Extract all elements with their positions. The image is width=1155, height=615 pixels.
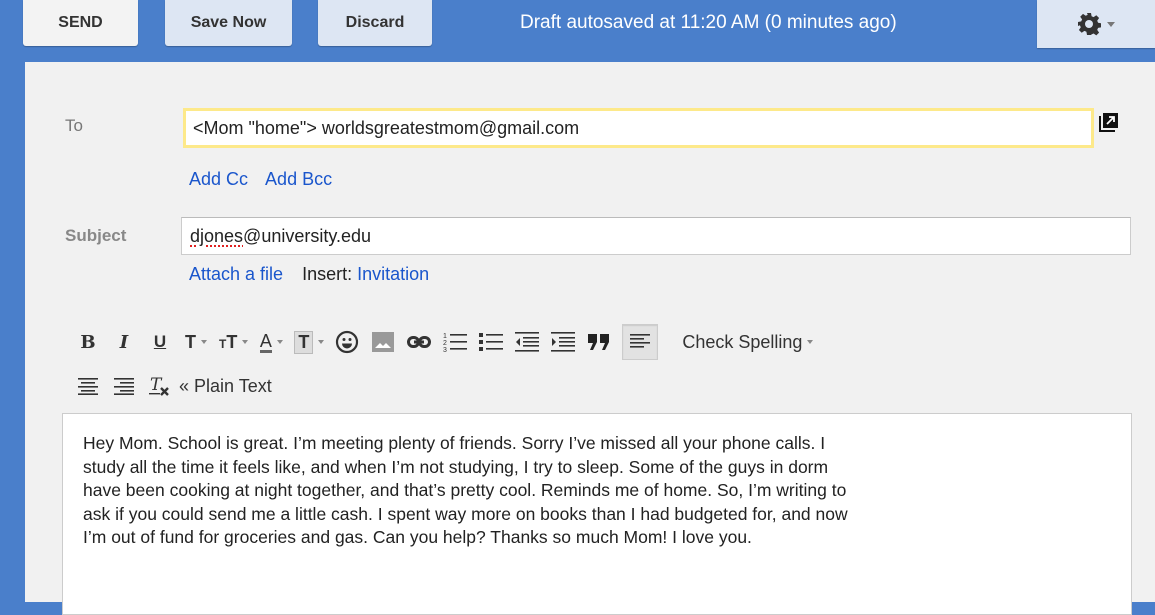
add-bcc-link[interactable]: Add Bcc	[265, 169, 332, 189]
remove-formatting-icon: T	[149, 375, 169, 396]
text-color-button[interactable]: A	[258, 328, 284, 356]
chevron-down-icon	[807, 340, 814, 344]
message-body-text: Hey Mom. School is great. I’m meeting pl…	[83, 433, 848, 547]
to-label: To	[65, 116, 83, 135]
underline-button[interactable]: U	[147, 328, 173, 356]
font-icon: T	[185, 331, 196, 352]
emoji-button[interactable]	[334, 328, 360, 356]
subject-label: Subject	[65, 226, 127, 245]
check-spelling-label: Check Spelling	[682, 331, 803, 352]
format-toolbar-row-2: T « Plain Text	[75, 372, 282, 400]
text-color-icon: A	[259, 330, 272, 353]
align-center-button[interactable]	[75, 372, 101, 400]
add-cc-link[interactable]: Add Cc	[189, 169, 248, 189]
highlight-button[interactable]: T	[294, 328, 325, 356]
attach-file-link[interactable]: Attach a file	[189, 264, 283, 284]
bulleted-list-button[interactable]	[478, 328, 504, 356]
italic-button[interactable]: I	[111, 328, 137, 356]
svg-text:1: 1	[443, 333, 447, 340]
compose-action-bar: SEND Save Now Discard Draft autosaved at…	[0, 0, 1155, 62]
quote-button[interactable]	[586, 328, 612, 356]
insert-label: Insert:	[302, 264, 353, 284]
bold-button[interactable]: B	[75, 328, 101, 356]
align-center-icon	[78, 378, 98, 395]
indent-less-button[interactable]	[514, 328, 540, 356]
invitation-link[interactable]: Invitation	[357, 264, 429, 284]
plain-text-link[interactable]: « Plain Text	[179, 372, 272, 400]
image-icon	[372, 332, 395, 352]
svg-text:3: 3	[443, 347, 447, 353]
attach-row: Attach a file Insert: Invitation	[189, 264, 429, 285]
subject-input[interactable]: djones@university.edu	[181, 217, 1131, 255]
align-right-button[interactable]	[111, 372, 137, 400]
quote-icon	[588, 334, 610, 350]
check-spelling-button[interactable]: Check Spelling	[682, 328, 814, 356]
emoji-icon	[336, 330, 359, 354]
align-left-icon	[630, 334, 651, 348]
italic-icon: I	[119, 331, 129, 353]
misspelled-word: djones	[190, 226, 244, 246]
svg-text:2: 2	[443, 340, 447, 347]
align-left-button[interactable]	[622, 324, 659, 360]
send-button[interactable]: SEND	[23, 0, 138, 46]
settings-button[interactable]	[1037, 0, 1155, 48]
bulleted-list-icon	[479, 333, 504, 351]
compose-panel: To <Mom "home"> worldsgreatestmom@gmail.…	[25, 62, 1155, 615]
chevron-down-icon	[276, 340, 283, 344]
discard-button[interactable]: Discard	[318, 0, 432, 46]
underline-icon: U	[153, 332, 167, 351]
subject-text: @university.edu	[243, 226, 372, 246]
numbered-list-icon: 123	[443, 333, 468, 353]
gear-icon	[1077, 12, 1101, 36]
to-input[interactable]: <Mom "home"> worldsgreatestmom@gmail.com	[183, 108, 1094, 148]
message-body-editor[interactable]: Hey Mom. School is great. I’m meeting pl…	[62, 413, 1132, 615]
chevron-down-icon	[318, 340, 325, 344]
highlight-icon: T	[294, 330, 314, 354]
insert-image-button[interactable]	[370, 328, 396, 356]
link-icon	[407, 336, 432, 348]
autosave-status: Draft autosaved at 11:20 AM (0 minutes a…	[520, 12, 897, 33]
save-now-button[interactable]: Save Now	[165, 0, 292, 46]
insert-link-button[interactable]	[406, 328, 432, 356]
numbered-list-button[interactable]: 123	[442, 328, 468, 356]
svg-text:T: T	[150, 375, 163, 395]
indent-more-button[interactable]	[550, 328, 576, 356]
indent-more-icon	[551, 332, 576, 352]
remove-formatting-button[interactable]: T	[147, 372, 173, 400]
format-toolbar: B I U T TT A T 123 Check Spelling	[75, 324, 823, 360]
cc-bcc-row: Add Cc Add Bcc	[189, 169, 332, 190]
chevron-down-icon	[242, 340, 249, 344]
font-size-icon: TT	[219, 331, 238, 352]
font-size-button[interactable]: TT	[219, 328, 249, 356]
font-button[interactable]: T	[183, 328, 209, 356]
bold-icon: B	[80, 331, 96, 353]
align-right-icon	[114, 378, 134, 395]
indent-less-icon	[515, 332, 540, 352]
popout-icon[interactable]	[1099, 112, 1118, 132]
chevron-down-icon	[201, 340, 207, 344]
chevron-down-icon	[1107, 21, 1115, 27]
